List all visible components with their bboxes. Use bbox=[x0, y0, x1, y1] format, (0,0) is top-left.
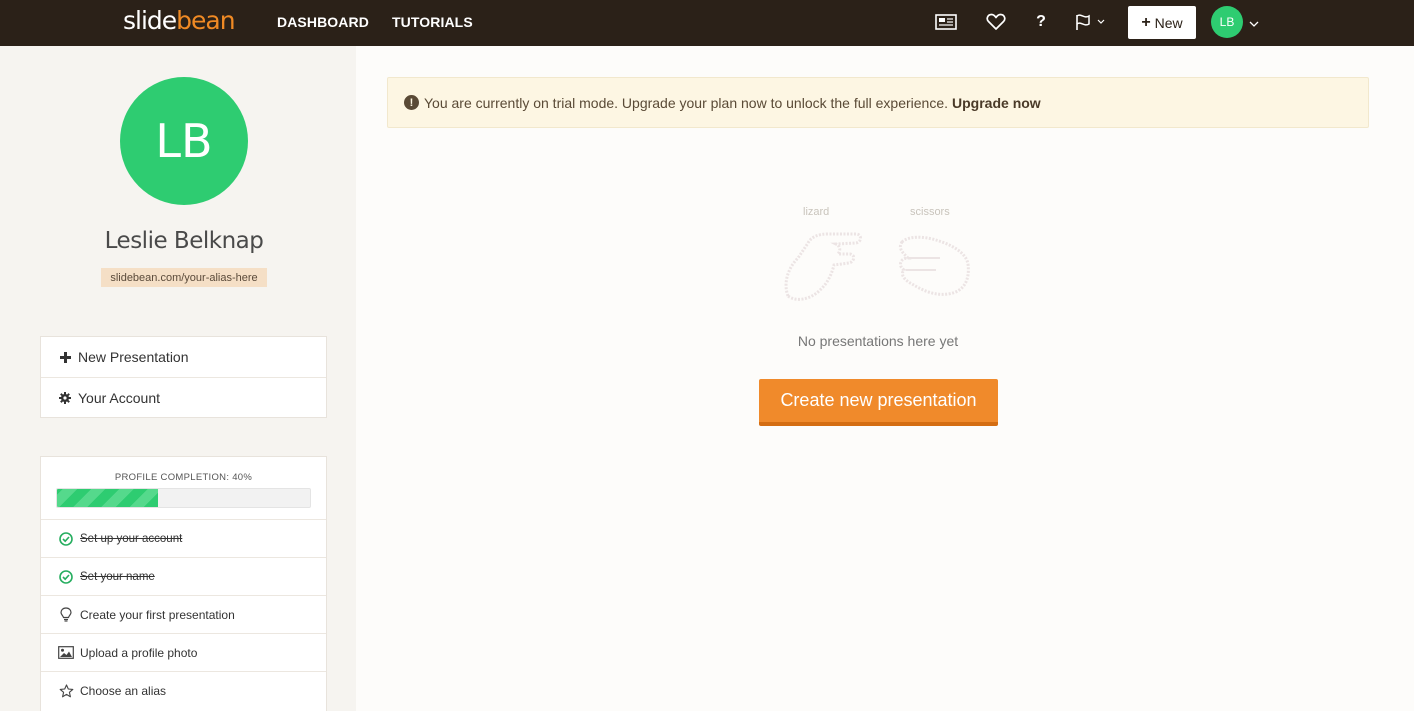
sidebar: LB Leslie Belknap slidebean.com/your-ali… bbox=[0, 46, 356, 711]
profile-completion-title: PROFILE COMPLETION: 40% bbox=[114, 472, 253, 483]
create-presentation-button[interactable]: Create new presentation bbox=[759, 379, 998, 426]
task-set-name[interactable]: Set your name bbox=[41, 557, 326, 595]
check-circle-icon bbox=[58, 531, 74, 546]
empty-state-text: No presentations here yet bbox=[797, 333, 959, 349]
profile-completion-fill bbox=[57, 489, 159, 507]
new-presentation-link[interactable]: New Presentation bbox=[41, 337, 326, 377]
top-navbar: slidebean DASHBOARD TUTORIALS ? + New LB bbox=[0, 0, 1414, 46]
exclamation-icon: ! bbox=[404, 95, 419, 110]
task-choose-alias[interactable]: Choose an alias bbox=[41, 671, 326, 709]
sidebar-menu: New Presentation Your Account bbox=[40, 336, 327, 418]
your-account-link[interactable]: Your Account bbox=[41, 377, 326, 417]
task-setup-account[interactable]: Set up your account bbox=[41, 519, 326, 557]
newspaper-icon[interactable] bbox=[933, 11, 958, 33]
profile-avatar[interactable]: LB bbox=[120, 77, 248, 205]
hand-gestures-icon bbox=[784, 232, 970, 301]
profile-completion-card: PROFILE COMPLETION: 40% Set up your acco… bbox=[40, 456, 327, 711]
slidebean-logo[interactable]: slidebean bbox=[123, 6, 236, 35]
lightbulb-icon bbox=[58, 607, 74, 622]
chevron-down-icon[interactable] bbox=[1249, 15, 1259, 33]
nav-dashboard[interactable]: DASHBOARD bbox=[277, 14, 369, 30]
upgrade-now-link[interactable]: Upgrade now bbox=[952, 95, 1041, 111]
star-icon bbox=[58, 683, 74, 698]
profile-completion-bar bbox=[56, 488, 311, 508]
flag-icon[interactable] bbox=[1074, 11, 1108, 33]
heart-icon[interactable] bbox=[985, 11, 1007, 33]
gear-icon bbox=[59, 391, 71, 404]
trial-banner: ! You are currently on trial mode. Upgra… bbox=[387, 77, 1369, 128]
plus-icon bbox=[59, 351, 71, 363]
check-circle-icon bbox=[58, 569, 74, 584]
image-icon bbox=[58, 646, 74, 659]
nav-tutorials[interactable]: TUTORIALS bbox=[392, 14, 473, 30]
scissors-label: scissors bbox=[910, 206, 950, 218]
profile-name: Leslie Belknap bbox=[104, 228, 264, 254]
task-upload-photo[interactable]: Upload a profile photo bbox=[41, 633, 326, 671]
user-avatar[interactable]: LB bbox=[1211, 6, 1243, 38]
lizard-label: lizard bbox=[803, 206, 830, 218]
empty-state-illustration: lizard scissors bbox=[778, 206, 978, 306]
plus-icon: + bbox=[1141, 13, 1151, 31]
new-button[interactable]: + New bbox=[1128, 6, 1196, 39]
alias-link[interactable]: slidebean.com/your-alias-here bbox=[101, 268, 267, 287]
task-first-presentation[interactable]: Create your first presentation bbox=[41, 595, 326, 633]
help-icon[interactable]: ? bbox=[1033, 11, 1049, 33]
